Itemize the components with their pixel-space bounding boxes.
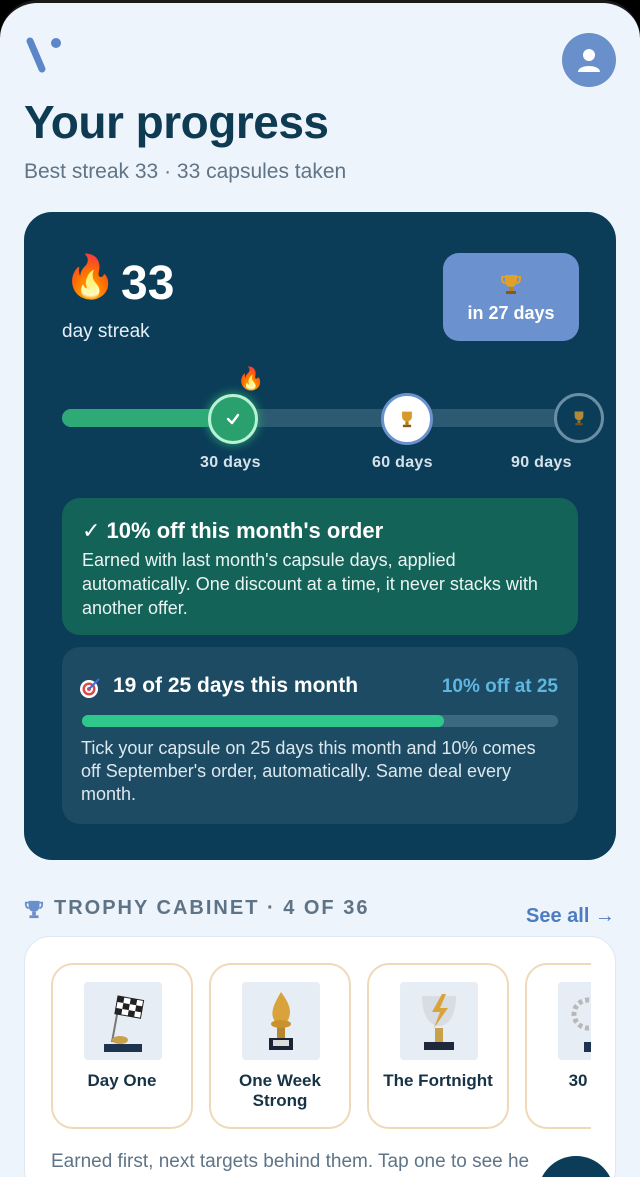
target-dart-icon [80,678,100,698]
milestone-label: 60 days [372,454,433,471]
trophy-icon [501,275,521,294]
trophy-icon [402,411,412,428]
page-title: Your progress [24,96,329,148]
milestone-30-achieved[interactable] [208,394,258,444]
streak-progress-track [62,409,602,427]
trophy-name: Day One [87,1071,157,1090]
trophy-icon [24,900,44,918]
monthly-progress-fill [82,715,444,727]
flame-icon: 🔥 [64,253,117,300]
lightning-trophy-icon [400,982,478,1060]
next-goal-text: in 27 days [467,303,555,323]
page-subtitle: Best streak 33 · 33 capsules taken [24,160,347,183]
monthly-goal-panel: 19 of 25 days this month 10% off at 25 T… [62,647,578,824]
milestone-label: 30 days [200,454,261,471]
trophy-cabinet-heading: TROPHY CABINET · 4 OF 36 [24,897,369,920]
app-logo-icon [26,37,61,73]
milestone-90-locked[interactable] [554,393,604,443]
trophy-cabinet-panel: Day One One Week Strong The Fortnight 30… [24,936,616,1177]
trophy-tile[interactable]: One Week Strong [209,963,351,1129]
trophy-carousel[interactable]: Day One One Week Strong The Fortnight 30 [51,963,591,1133]
checkered-flag-trophy-icon [84,982,162,1060]
see-all-link[interactable]: See all → [526,905,615,928]
milestone-60-next[interactable] [381,393,433,445]
discount-description: Earned with last month's capsule days, a… [82,550,538,618]
discount-title: ✓ 10% off this month's order [82,518,384,543]
monthly-progress-track [82,715,558,727]
monthly-goal-title: 19 of 25 days this month [113,674,359,697]
check-icon [226,413,240,425]
streak-count: 33 [121,257,175,310]
milestone-label: 90 days [511,454,572,471]
trophy-tile[interactable]: Day One [51,963,193,1129]
user-icon [578,49,600,72]
trophy-name: One Week Strong [239,1071,321,1110]
monthly-goal-description: Tick your capsule on 25 days this month … [81,738,536,804]
profile-avatar-button[interactable] [562,33,616,87]
trophy-name: The Fortnight [383,1071,493,1090]
wreath-trophy-icon [558,982,591,1060]
flame-trophy-icon [242,982,320,1060]
trophy-tile[interactable]: The Fortnight [367,963,509,1129]
current-position-flame-icon: 🔥 [237,366,265,391]
app-screen: Your progress Best streak 33 · 33 capsul… [0,0,640,1177]
next-goal-pill[interactable]: in 27 days [443,253,579,341]
trophy-icon [574,411,584,426]
streak-card: 🔥 33 day streak in 27 days 🔥 30 days 60 … [24,212,616,860]
trophy-cabinet-title: TROPHY CABINET · 4 OF 36 [54,897,370,919]
discount-earned-banner: ✓ 10% off this month's order Earned with… [62,498,578,635]
streak-label: day streak [62,321,150,342]
trophy-tile[interactable]: 30 Fou [525,963,591,1129]
trophy-name: 30 Fou [568,1071,591,1090]
monthly-goal-reward: 10% off at 25 [441,676,558,697]
trophy-cabinet-hint: Earned first, next targets behind them. … [51,1151,530,1172]
